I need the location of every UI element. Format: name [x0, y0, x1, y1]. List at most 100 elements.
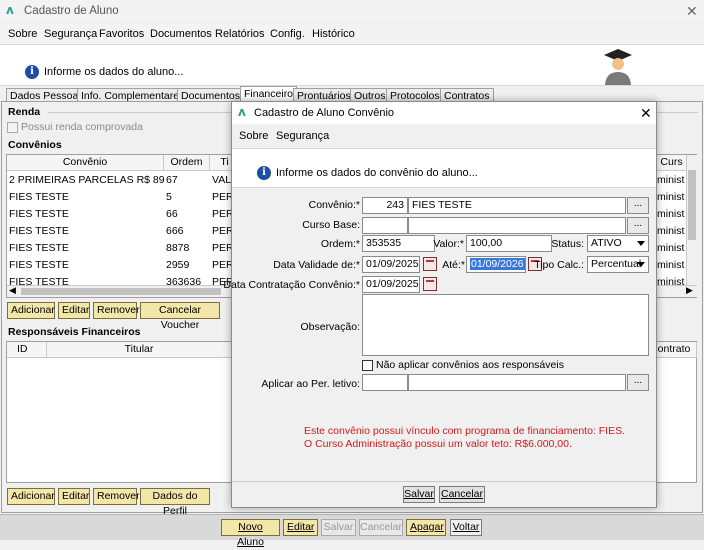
- menu-sobre[interactable]: Sobre: [8, 28, 37, 40]
- main-menubar: Sobre Segurança Favoritos Documentos Rel…: [0, 24, 704, 44]
- ordem-input[interactable]: 353535: [362, 235, 435, 252]
- status-value: ATIVO: [591, 237, 622, 249]
- cell-ordem: 666: [166, 225, 184, 237]
- close-icon[interactable]: ✕: [686, 3, 698, 20]
- dialog-close-icon[interactable]: ✕: [640, 105, 652, 122]
- edit-responsavel-button[interactable]: Editar: [58, 488, 90, 505]
- menu-relatorios[interactable]: Relatórios: [215, 28, 265, 40]
- dialog-menu-seguranca[interactable]: Segurança: [276, 130, 329, 142]
- cancelar-aluno-button[interactable]: Cancelar: [359, 519, 403, 536]
- dados-perfil-button[interactable]: Dados do Perfil: [140, 488, 210, 517]
- tab-protocolos[interactable]: Protocolos: [386, 88, 444, 102]
- tab-contratos[interactable]: Contratos: [440, 88, 494, 102]
- col-contrato[interactable]: ontrato: [652, 342, 697, 358]
- fies-warning-text: Este convênio possui vínculo com program…: [304, 425, 625, 437]
- tab-documentos[interactable]: Documentos: [177, 88, 244, 102]
- menu-config[interactable]: Config.: [270, 28, 305, 40]
- status-select[interactable]: ATIVO: [587, 235, 649, 252]
- salvar-aluno-button[interactable]: Salvar: [321, 519, 356, 536]
- window-title: Cadastro de Aluno: [24, 5, 119, 17]
- per-code-input[interactable]: [362, 374, 408, 391]
- cell-ordem: 2959: [166, 259, 190, 271]
- col-titular[interactable]: Titular: [47, 342, 232, 358]
- valor-label: Valor:*: [433, 238, 464, 250]
- tipo-calc-select[interactable]: Percentual: [587, 256, 649, 273]
- observacao-label: Observação:: [300, 321, 360, 333]
- curso-lookup-button[interactable]: ...: [627, 217, 649, 234]
- data-ate-input[interactable]: 01/09/2026: [466, 256, 526, 273]
- tab-financeiro[interactable]: Financeiro: [240, 86, 298, 102]
- nao-aplicar-checkbox[interactable]: [362, 360, 373, 371]
- cell-curso: minist: [657, 174, 685, 186]
- voltar-button[interactable]: Voltar: [450, 519, 482, 536]
- menu-favoritos[interactable]: Favoritos: [99, 28, 144, 40]
- col-ordem[interactable]: Ordem: [164, 155, 210, 171]
- cancelar-button[interactable]: Cancelar: [439, 486, 485, 503]
- salvar-label: Salvar: [404, 488, 434, 500]
- cell-ordem: 67: [166, 174, 178, 186]
- tab-outros[interactable]: Outros: [350, 88, 390, 102]
- add-responsavel-button[interactable]: Adicionar: [7, 488, 55, 505]
- renda-checkbox-label: Possui renda comprovada: [21, 121, 143, 133]
- col-id[interactable]: ID: [7, 342, 47, 358]
- tipo-calc-value: Percentual: [591, 258, 642, 270]
- dialog-logo-icon: ʌ: [238, 105, 246, 119]
- calendar-contratacao-icon[interactable]: [423, 277, 437, 291]
- info-icon: i: [25, 65, 39, 79]
- menu-seguranca[interactable]: Segurança: [44, 28, 97, 40]
- novo-aluno-label: Novo Aluno: [237, 521, 264, 548]
- renda-checkbox[interactable]: [7, 122, 18, 133]
- cell-convenio: FIES TESTE: [9, 208, 69, 220]
- per-name-input[interactable]: [408, 374, 626, 391]
- convenios-vscrollbar[interactable]: [686, 155, 697, 285]
- curso-base-label: Curso Base:: [302, 219, 360, 231]
- remove-convenio-button[interactable]: Remover: [93, 302, 140, 319]
- window-titlebar: ʌ Cadastro de Aluno ✕: [0, 0, 704, 22]
- per-lookup-button[interactable]: ...: [627, 374, 649, 391]
- col-curso[interactable]: Curs: [657, 155, 687, 171]
- cell-ordem: 8878: [166, 242, 190, 254]
- add-convenio-button[interactable]: Adicionar: [7, 302, 55, 319]
- col-convenio[interactable]: Convênio: [7, 155, 164, 171]
- cell-convenio: 2 PRIMEIRAS PARCELAS R$ 89,00: [9, 174, 164, 186]
- aplicar-per-label: Aplicar ao Per. letivo:: [261, 378, 360, 390]
- observacao-textarea[interactable]: [362, 294, 649, 356]
- data-contratacao-label: Data Contratação Convênio:*: [223, 279, 360, 291]
- dialog-menubar: Sobre Segurança: [232, 126, 656, 144]
- curso-code-input[interactable]: [362, 217, 408, 234]
- cell-curso: minist: [657, 259, 685, 271]
- data-contratacao-input[interactable]: 01/09/2025: [362, 276, 420, 293]
- ordem-label: Ordem:*: [320, 238, 360, 250]
- dialog-banner: i Informe os dados do convênio do aluno.…: [232, 148, 656, 188]
- edit-convenio-button[interactable]: Editar: [58, 302, 90, 319]
- ate-label: Até:*: [442, 259, 465, 271]
- convenio-name-input[interactable]: FIES TESTE: [408, 197, 626, 214]
- menu-historico[interactable]: Histórico: [312, 28, 355, 40]
- cancel-voucher-button[interactable]: Cancelar Voucher: [140, 302, 220, 331]
- renda-group-title: Renda: [8, 106, 41, 118]
- salvar-button[interactable]: Salvar: [403, 486, 435, 503]
- convenio-code-input[interactable]: 243: [362, 197, 408, 214]
- editar-aluno-button[interactable]: Editar: [283, 519, 318, 536]
- editar-aluno-label: Editar: [287, 521, 315, 533]
- calendar-de-icon[interactable]: [423, 257, 437, 271]
- convenio-lookup-button[interactable]: ...: [627, 197, 649, 214]
- apagar-aluno-button[interactable]: Apagar: [406, 519, 446, 536]
- scroll-right-icon[interactable]: ▶: [686, 285, 693, 296]
- valor-input[interactable]: 100,00: [466, 235, 552, 252]
- data-de-input[interactable]: 01/09/2025: [362, 256, 420, 273]
- tab-info-complementares[interactable]: Info. Complementares: [77, 88, 189, 102]
- remove-responsavel-button[interactable]: Remover: [93, 488, 140, 505]
- curso-name-input[interactable]: [408, 217, 626, 234]
- menu-documentos[interactable]: Documentos: [150, 28, 212, 40]
- voltar-label: Voltar: [452, 521, 480, 533]
- cell-convenio: FIES TESTE: [9, 242, 69, 254]
- scroll-left-icon[interactable]: ◀: [9, 285, 16, 296]
- cell-convenio: FIES TESTE: [9, 225, 69, 237]
- status-label: Status:: [551, 238, 584, 250]
- tab-prontuarios[interactable]: Prontuários: [293, 88, 355, 102]
- convenios-group-title: Convênios: [8, 139, 62, 151]
- dialog-menu-sobre[interactable]: Sobre: [239, 130, 268, 142]
- app-logo-icon: ʌ: [6, 3, 14, 17]
- novo-aluno-button[interactable]: Novo Aluno: [221, 519, 280, 548]
